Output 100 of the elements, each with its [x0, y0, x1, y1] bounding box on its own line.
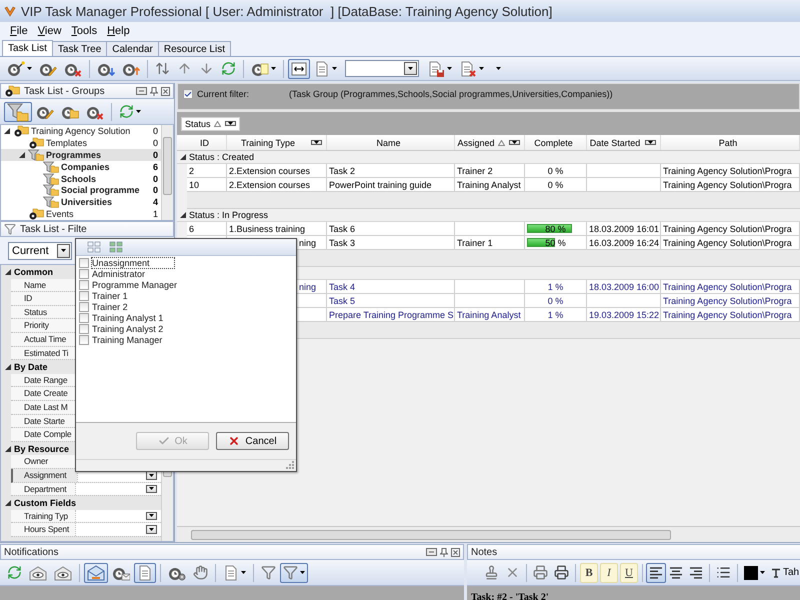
expand-arrow-icon[interactable]	[5, 500, 11, 506]
table-row[interactable]: 2 2.Extension courses Task 2 Trainer 2 0 % Training Agency Solution\Progra	[187, 164, 800, 178]
inbox-button[interactable]	[84, 562, 108, 582]
checkbox-label[interactable]: Administrator	[92, 269, 146, 280]
percent-text: 0 %	[548, 180, 564, 190]
group-by-chip[interactable]: Status	[181, 116, 240, 130]
note-caption: Task: #2 - 'Task 2'	[471, 592, 549, 600]
dropdown-button[interactable]	[509, 140, 520, 145]
caret-icon	[149, 528, 154, 532]
view-select[interactable]: Current	[8, 242, 72, 260]
expand-arrow-icon[interactable]	[180, 212, 186, 218]
column-header[interactable]: Path	[663, 138, 793, 148]
group-row[interactable]: Status : In Progress	[177, 209, 800, 222]
item-count: 0	[152, 185, 158, 196]
column-header[interactable]: Assigned	[457, 138, 495, 148]
tree-item[interactable]: Universities 4	[1, 196, 161, 208]
checkbox[interactable]	[183, 89, 193, 99]
table-cell: Training Agency Solution\Progra	[663, 224, 792, 234]
combo-box[interactable]	[345, 60, 419, 77]
checkbox-label[interactable]: Training Manager	[92, 334, 162, 345]
item-count: 0	[152, 126, 158, 136]
font-button[interactable]: Tah	[768, 562, 800, 582]
checkbox-label[interactable]: Training Analyst 1	[92, 312, 164, 323]
expand-arrow-icon[interactable]	[180, 154, 186, 160]
pin-icon	[150, 86, 158, 96]
tab[interactable]: Resource List	[158, 41, 231, 56]
dropdown-button[interactable]	[224, 121, 236, 126]
checkbox-label[interactable]: Unassignment	[92, 258, 174, 268]
dropdown-button[interactable]	[146, 525, 157, 534]
column-header[interactable]: Date Started	[589, 138, 641, 148]
bold-button[interactable]: B	[580, 562, 598, 582]
checkbox-label[interactable]: Programme Manager	[92, 280, 178, 290]
property-name: ID	[11, 292, 75, 305]
expand-arrow-icon[interactable]	[19, 152, 25, 158]
dropdown-button[interactable]	[645, 140, 656, 145]
tree-item[interactable]: Companies 6	[1, 160, 161, 173]
align-left-button[interactable]	[646, 562, 666, 582]
column-header[interactable]: Training Type	[229, 138, 307, 148]
checkbox-label[interactable]: Training Analyst 2	[92, 324, 164, 334]
tree-item[interactable]: Events 1	[1, 208, 161, 220]
expand-arrow-icon[interactable]	[4, 128, 10, 134]
property-name: Status	[11, 306, 75, 318]
category-row[interactable]: Custom Fields	[1, 496, 161, 510]
tree-item[interactable]: Templates 0	[1, 136, 161, 149]
category-row[interactable]: By Date	[1, 360, 161, 374]
fit-width-button[interactable]	[288, 58, 310, 78]
checkbox[interactable]	[79, 258, 89, 268]
tab[interactable]: Task Tree	[52, 41, 108, 56]
category-label: Custom Fields	[14, 498, 76, 508]
menu-item[interactable]: View	[34, 25, 66, 37]
item-label: Training Agency Solution	[31, 126, 130, 136]
checkbox[interactable]	[79, 269, 89, 280]
table-cell: Task 4	[329, 282, 356, 292]
dropdown-button[interactable]	[311, 140, 322, 145]
menu-item[interactable]: File	[6, 25, 32, 37]
tab[interactable]: Task List	[2, 40, 53, 56]
menu-item[interactable]: Tools	[67, 25, 102, 37]
table-cell: Trainer 2	[457, 166, 493, 176]
checkbox[interactable]	[79, 280, 89, 290]
dropdown-button[interactable]	[146, 512, 157, 520]
item-count: 0	[152, 174, 158, 184]
scrollbar[interactable]	[161, 125, 173, 220]
envelope-eye-icon	[54, 564, 72, 580]
checkbox[interactable]	[79, 334, 89, 345]
column-header[interactable]: Name	[329, 138, 448, 148]
column-header[interactable]: ID	[189, 138, 220, 148]
document-disk-icon	[427, 60, 445, 76]
group-row[interactable]: Status : Created	[177, 151, 800, 164]
checkbox[interactable]	[79, 302, 89, 312]
filter-button[interactable]	[280, 562, 308, 582]
tree-item[interactable]: Social programme 0	[1, 184, 161, 196]
tree-item[interactable]: Training Agency Solution 0	[1, 125, 161, 137]
percent-text: 1 %	[548, 282, 564, 292]
cancel-button[interactable]: Cancel	[216, 432, 289, 450]
checkbox-label[interactable]: Trainer 1	[92, 291, 128, 302]
expand-arrow-icon[interactable]	[5, 446, 11, 452]
tree-item[interactable]: Programmes 0	[1, 148, 161, 161]
table-cell: 6	[189, 224, 194, 234]
tab[interactable]: Calendar	[106, 41, 159, 56]
table-row[interactable]: 6 1.Business training Task 6 80 % 18.03.2009 16:01 Training Agency Solution\Progra	[187, 222, 800, 236]
column-header[interactable]: Complete	[527, 138, 580, 148]
details-button[interactable]	[134, 562, 156, 582]
checkbox[interactable]	[79, 291, 89, 302]
expand-arrow-icon[interactable]	[5, 268, 11, 275]
italic-button[interactable]: I	[600, 562, 618, 582]
scrollbar[interactable]	[177, 526, 800, 542]
underline-button[interactable]: U	[620, 562, 638, 582]
checkbox[interactable]	[79, 312, 89, 323]
checkbox-label[interactable]: Trainer 2	[92, 302, 128, 312]
funnel-icon	[283, 565, 298, 580]
table-row[interactable]: 10 2.Extension courses PowerPoint training guide Training Analyst 0 % Training Agency Solution\Progra	[187, 178, 800, 192]
menu-item[interactable]: Help	[103, 25, 134, 37]
dropdown-button[interactable]	[146, 484, 157, 494]
tree-item[interactable]: Schools 0	[1, 172, 161, 184]
table-cell: Training Analyst	[457, 180, 521, 190]
close-icon	[161, 86, 170, 96]
group-filter-button[interactable]	[4, 102, 32, 122]
expand-arrow-icon[interactable]	[5, 364, 11, 370]
checkbox[interactable]	[79, 324, 89, 334]
clock-wand-icon	[7, 60, 25, 76]
